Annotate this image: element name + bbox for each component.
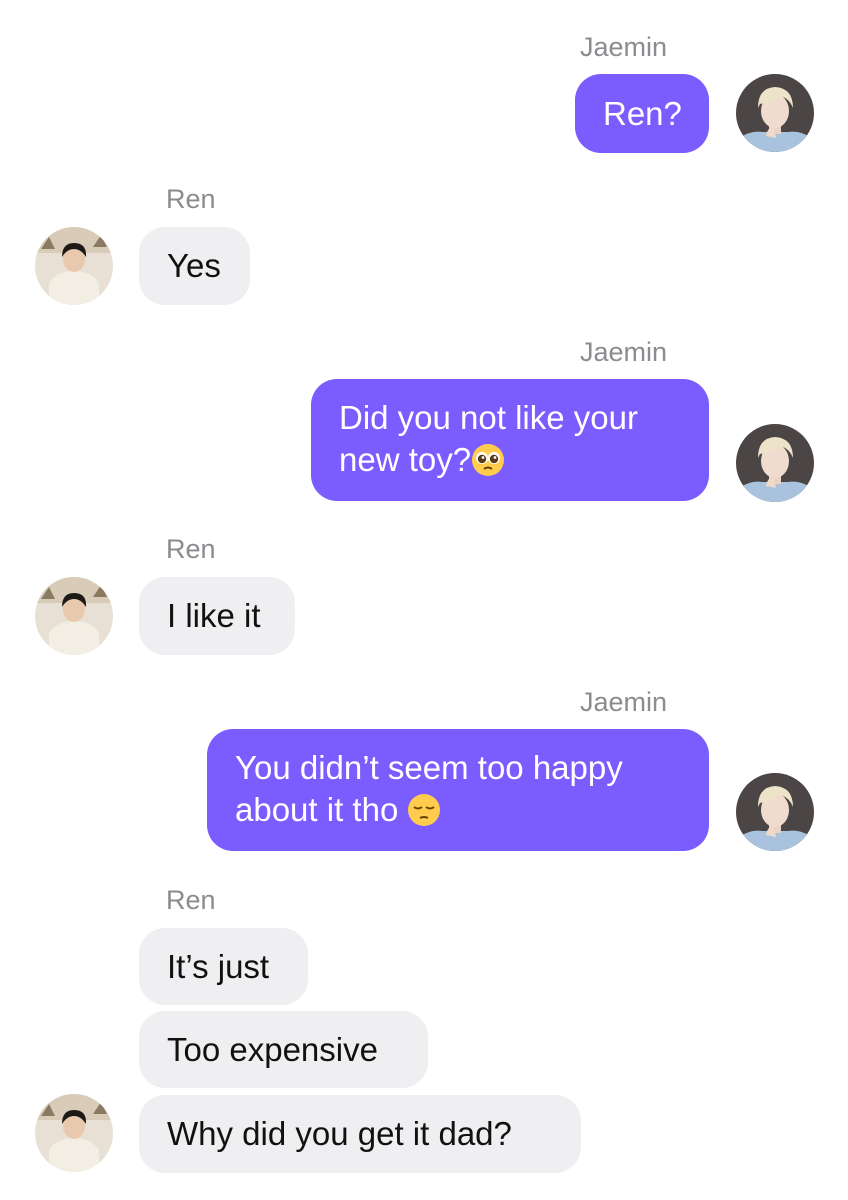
outgoing-message-bubble[interactable]: You didn’t seem too happy about it tho [207,729,709,851]
incoming-message-bubble[interactable]: Yes [139,227,250,305]
message-text: Why did you get it dad? [167,1115,512,1152]
child-person-avatar-icon [35,577,113,655]
ren-avatar[interactable] [35,577,113,655]
message-text-line: new toy? [339,439,709,487]
incoming-message-bubble[interactable]: Why did you get it dad? [139,1095,581,1173]
sender-name: Jaemin [580,337,668,367]
message-text-line: Did you not like your [339,399,638,436]
jaemin-avatar[interactable] [736,773,814,851]
incoming-message-bubble[interactable]: It’s just [139,928,308,1005]
incoming-message-bubble[interactable]: Too expensive [139,1011,428,1088]
outgoing-message-bubble[interactable]: Did you not like your new toy? [311,379,709,501]
blonde-person-avatar-icon [736,773,814,851]
sender-name: Ren [166,885,216,915]
ren-avatar[interactable] [35,227,113,305]
incoming-message-bubble[interactable]: I like it [139,577,295,655]
ren-avatar[interactable] [35,1094,113,1172]
pleading-face-emoji [471,443,505,487]
message-text-line: You didn’t seem too happy [235,749,623,786]
jaemin-avatar[interactable] [736,424,814,502]
message-text: I like it [167,597,261,634]
sender-name: Ren [166,184,216,214]
chat-thread: Jaemin Ren? Ren Yes Jaemin Did you not l… [0,0,848,1200]
outgoing-message-bubble[interactable]: Ren? [575,74,709,153]
blonde-person-avatar-icon [736,74,814,152]
message-text: Ren? [603,95,682,132]
jaemin-avatar[interactable] [736,74,814,152]
child-person-avatar-icon [35,1094,113,1172]
message-text-line: about it tho [235,789,709,837]
sender-name: Jaemin [580,32,668,62]
pensive-face-emoji [407,793,441,837]
sender-name: Ren [166,534,216,564]
blonde-person-avatar-icon [736,424,814,502]
message-text: Too expensive [167,1031,378,1068]
message-text: It’s just [167,948,270,985]
sender-name: Jaemin [580,687,668,717]
message-text: Yes [167,247,221,284]
child-person-avatar-icon [35,227,113,305]
